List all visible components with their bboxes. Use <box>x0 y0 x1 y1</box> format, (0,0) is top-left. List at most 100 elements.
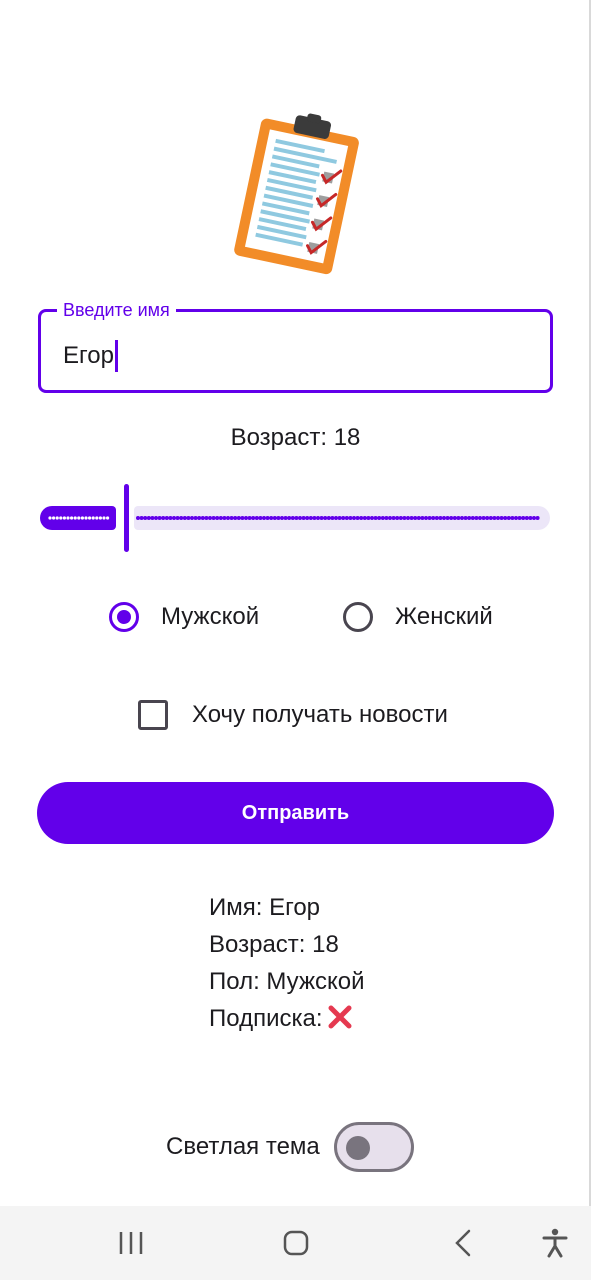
newsletter-checkbox[interactable] <box>138 700 168 730</box>
slider-tick <box>157 516 162 520</box>
slider-tick <box>146 516 151 520</box>
slider-tick <box>233 516 238 520</box>
slider-tick <box>438 516 443 520</box>
slider-tick <box>319 516 324 520</box>
summary-block: Имя: Егор Возраст: 18 Пол: Мужской Подпи… <box>209 889 365 1037</box>
slider-tick <box>276 516 281 520</box>
slider-tick <box>463 516 468 520</box>
slider-tick <box>254 516 259 520</box>
name-input-value: Егор <box>63 342 114 369</box>
slider-tick <box>154 516 158 520</box>
slider-tick <box>139 516 144 520</box>
slider-tick <box>478 516 482 520</box>
theme-row: Светлая тема <box>166 1122 414 1172</box>
slider-tick <box>406 516 410 520</box>
slider-tick <box>366 516 371 520</box>
slider-tick <box>474 516 479 520</box>
clipboard-checklist-icon <box>225 112 365 277</box>
slider-tick <box>106 516 110 520</box>
slider-tick <box>524 516 529 520</box>
theme-switch[interactable] <box>333 1122 414 1172</box>
slider-tick <box>355 516 360 520</box>
name-input[interactable]: Егор <box>63 340 118 372</box>
slider-tick <box>204 516 209 520</box>
accessibility-button[interactable] <box>530 1206 580 1280</box>
radio-option-male[interactable]: Мужской <box>109 596 259 638</box>
slider-tick <box>388 516 392 520</box>
home-button[interactable] <box>271 1206 321 1280</box>
slider-tick <box>80 516 84 520</box>
slider-tick <box>503 516 508 520</box>
slider-tick <box>175 516 180 520</box>
slider-tick <box>521 516 526 520</box>
slider-tick <box>283 516 288 520</box>
slider-tick <box>380 516 385 520</box>
slider-tick <box>226 516 230 520</box>
slider-tick <box>179 516 184 520</box>
slider-tick <box>323 516 328 520</box>
slider-tick <box>517 516 522 520</box>
slider-tick <box>272 516 277 520</box>
summary-subscription: Подписка: <box>209 1005 323 1032</box>
submit-button[interactable]: Отправить <box>37 782 554 844</box>
slider-tick <box>193 516 198 520</box>
slider-tick <box>218 516 223 520</box>
slider-tick <box>528 516 533 520</box>
slider-tick <box>215 516 220 520</box>
slider-tick <box>52 516 56 520</box>
slider-tick <box>308 516 313 520</box>
slider-tick <box>431 516 436 520</box>
slider-tick <box>427 516 432 520</box>
radio-button-female[interactable] <box>343 602 373 632</box>
slider-tick <box>456 516 461 520</box>
slider-thumb[interactable] <box>124 484 129 552</box>
slider-tick <box>373 516 378 520</box>
slider-tick <box>362 516 367 520</box>
slider-tick <box>161 516 166 520</box>
slider-tick <box>510 516 515 520</box>
cross-mark-icon <box>328 1005 352 1029</box>
slider-tick <box>88 516 92 520</box>
radio-button-male[interactable] <box>109 602 139 632</box>
slider-tick <box>341 516 346 520</box>
back-button[interactable] <box>438 1206 488 1280</box>
slider-tick <box>164 516 169 520</box>
slider-tick <box>55 516 59 520</box>
slider-tick <box>514 516 518 520</box>
slider-tick <box>413 516 418 520</box>
slider-tick <box>287 516 292 520</box>
slider-tick <box>150 516 155 520</box>
slider-tick <box>535 516 540 520</box>
slider-tick <box>395 516 400 520</box>
slider-tick <box>384 516 389 520</box>
slider-tick <box>316 516 320 520</box>
name-field[interactable]: Введите имя Егор <box>38 299 553 393</box>
slider-tick <box>409 516 414 520</box>
slider-tick <box>470 516 475 520</box>
slider-tick <box>102 516 106 520</box>
slider-tick <box>391 516 396 520</box>
age-slider[interactable] <box>40 484 550 552</box>
radio-option-female[interactable]: Женский <box>343 596 493 638</box>
slider-tick <box>499 516 504 520</box>
slider-tick <box>280 516 284 520</box>
slider-tick <box>182 516 187 520</box>
accessibility-icon <box>542 1228 568 1258</box>
slider-tick <box>290 516 295 520</box>
slider-tick <box>168 516 173 520</box>
slider-tick <box>359 516 364 520</box>
slider-tick <box>258 516 263 520</box>
slider-tick <box>492 516 497 520</box>
slider-tick <box>95 516 99 520</box>
slider-tick <box>434 516 439 520</box>
slider-tick <box>240 516 245 520</box>
slider-tick <box>370 516 374 520</box>
slider-tick <box>532 516 536 520</box>
slider-tick <box>70 516 74 520</box>
newsletter-label: Хочу получать новости <box>192 701 448 728</box>
recent-apps-button[interactable] <box>106 1206 156 1280</box>
slider-tick <box>91 516 95 520</box>
slider-tick <box>211 516 216 520</box>
newsletter-option[interactable]: Хочу получать новости <box>138 698 448 732</box>
slider-tick <box>197 516 202 520</box>
